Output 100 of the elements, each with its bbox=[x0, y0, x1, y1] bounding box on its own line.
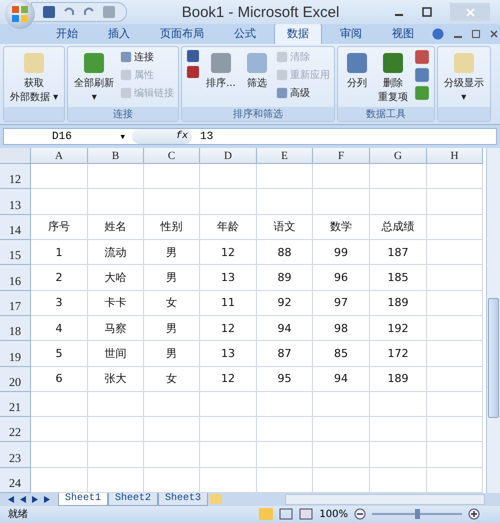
row-header[interactable]: 23 bbox=[0, 442, 31, 468]
row-header[interactable]: 13 bbox=[0, 189, 31, 215]
maximize-icon[interactable] bbox=[422, 7, 432, 17]
table-cell: 流动 bbox=[88, 240, 144, 266]
empty-cell bbox=[257, 164, 313, 190]
status-text: 就绪 bbox=[7, 508, 29, 522]
table-cell: 189 bbox=[370, 366, 427, 392]
office-button[interactable] bbox=[5, 0, 35, 29]
sheet-tab[interactable]: Sheet2 bbox=[108, 492, 158, 506]
vertical-scrollbar[interactable] bbox=[486, 148, 500, 493]
sheet-tab[interactable]: Sheet3 bbox=[158, 492, 208, 506]
table-cell: 姓名 bbox=[88, 214, 144, 240]
table-cell: 95 bbox=[257, 366, 313, 392]
ribbon-tab[interactable]: 审阅 bbox=[328, 24, 374, 44]
ribbon-icon bbox=[276, 51, 288, 63]
empty-cell bbox=[257, 417, 313, 442]
ribbon-button[interactable]: 高级 bbox=[276, 85, 330, 101]
empty-cell bbox=[313, 189, 370, 215]
ribbon-button[interactable]: 分列 bbox=[342, 49, 372, 105]
table-cell: 94 bbox=[257, 316, 313, 342]
table-cell: 89 bbox=[257, 265, 313, 291]
table-cell: 男 bbox=[144, 316, 200, 342]
empty-cell bbox=[313, 442, 370, 468]
zoom-in-icon[interactable] bbox=[468, 508, 480, 520]
table-cell: 女 bbox=[144, 366, 200, 392]
column-header[interactable]: B bbox=[88, 148, 144, 164]
horizontal-scrollbar[interactable] bbox=[285, 494, 485, 505]
row-header[interactable]: 21 bbox=[0, 392, 31, 418]
empty-cell bbox=[427, 290, 483, 316]
restore-icon[interactable] bbox=[472, 30, 480, 38]
row-header[interactable]: 22 bbox=[0, 417, 31, 442]
ribbon-button[interactable]: 筛选 bbox=[242, 49, 272, 105]
zoom-slider-thumb[interactable] bbox=[415, 509, 420, 520]
table-cell: 性别 bbox=[144, 214, 200, 240]
ribbon-button[interactable]: 获取 外部数据 ▾ bbox=[8, 49, 60, 105]
table-cell: 男 bbox=[144, 341, 200, 366]
column-header[interactable]: D bbox=[200, 148, 257, 164]
caret-icon[interactable]: ▾ bbox=[119, 130, 126, 144]
table-cell: 2 bbox=[31, 265, 88, 291]
ribbon-tab[interactable]: 数据 bbox=[274, 23, 322, 44]
row-header[interactable]: 17 bbox=[0, 290, 31, 316]
zoom-out-icon[interactable] bbox=[354, 508, 366, 520]
empty-cell bbox=[427, 341, 483, 366]
row-header[interactable]: 14 bbox=[0, 214, 31, 240]
group-footer bbox=[438, 107, 490, 121]
ribbon-icon bbox=[120, 87, 132, 99]
row-header[interactable]: 24 bbox=[0, 468, 31, 493]
table-cell: 数学 bbox=[313, 214, 370, 240]
zoom-level: 100% bbox=[319, 508, 348, 520]
row-header[interactable]: 20 bbox=[0, 366, 31, 392]
table-cell: 6 bbox=[31, 366, 88, 392]
function-button[interactable]: fx bbox=[132, 129, 192, 144]
ribbon-tab[interactable]: 页面布局 bbox=[148, 24, 216, 44]
table-cell: 98 bbox=[313, 316, 370, 342]
row-header[interactable]: 15 bbox=[0, 240, 31, 266]
column-header[interactable]: E bbox=[257, 148, 313, 164]
column-header[interactable]: F bbox=[313, 148, 370, 164]
table-cell: 99 bbox=[313, 240, 370, 266]
sheet-tab[interactable]: Sheet1 bbox=[58, 492, 108, 506]
empty-cell bbox=[200, 189, 257, 215]
empty-cell bbox=[427, 164, 483, 190]
empty-cell bbox=[144, 164, 200, 190]
formula-field[interactable]: 13 bbox=[192, 130, 496, 143]
empty-cell bbox=[88, 442, 144, 468]
ribbon-button[interactable]: 分级显示 ▾ bbox=[442, 49, 486, 105]
help-icon[interactable] bbox=[432, 28, 444, 40]
page-break-icon[interactable] bbox=[299, 508, 314, 520]
row-header[interactable]: 19 bbox=[0, 341, 31, 366]
column-header[interactable]: H bbox=[427, 148, 483, 164]
table-cell: 男 bbox=[144, 265, 200, 291]
empty-cell bbox=[427, 240, 483, 266]
page-layout-icon[interactable] bbox=[279, 508, 294, 520]
close-icon[interactable] bbox=[490, 30, 498, 38]
table-cell: 189 bbox=[370, 290, 427, 316]
ribbon-icon bbox=[120, 51, 132, 63]
table-cell: 马察 bbox=[88, 316, 144, 342]
table-cell: 92 bbox=[257, 290, 313, 316]
ribbon-button[interactable]: 连接 bbox=[120, 49, 174, 65]
table-cell: 13 bbox=[200, 341, 257, 366]
empty-cell bbox=[370, 392, 427, 418]
window-title: Book1 - Microsoft Excel bbox=[180, 4, 340, 20]
ribbon-button[interactable]: 删除 重复项 bbox=[376, 49, 410, 105]
column-header[interactable]: C bbox=[144, 148, 200, 164]
ribbon-tab[interactable]: 开始 bbox=[44, 24, 90, 44]
ribbon-tab[interactable]: 插入 bbox=[96, 24, 142, 44]
ribbon-button[interactable]: 排序... bbox=[204, 49, 238, 105]
row-header[interactable]: 16 bbox=[0, 265, 31, 291]
table-cell: 85 bbox=[313, 341, 370, 366]
table-cell: 192 bbox=[370, 316, 427, 342]
row-header[interactable]: 18 bbox=[0, 316, 31, 342]
ribbon-button[interactable]: 全部刷新 ▾ bbox=[72, 49, 116, 105]
column-header[interactable]: G bbox=[370, 148, 427, 164]
column-header[interactable]: A bbox=[31, 148, 88, 164]
group-footer bbox=[4, 107, 64, 121]
ribbon-tab[interactable]: 视图 bbox=[380, 24, 426, 44]
table-cell: 187 bbox=[370, 240, 427, 266]
row-header[interactable]: 12 bbox=[0, 164, 31, 190]
name-box[interactable]: D16 ▾ bbox=[4, 129, 132, 144]
ribbon-tab[interactable]: 公式 bbox=[222, 24, 268, 44]
table-cell: 年龄 bbox=[200, 214, 257, 240]
